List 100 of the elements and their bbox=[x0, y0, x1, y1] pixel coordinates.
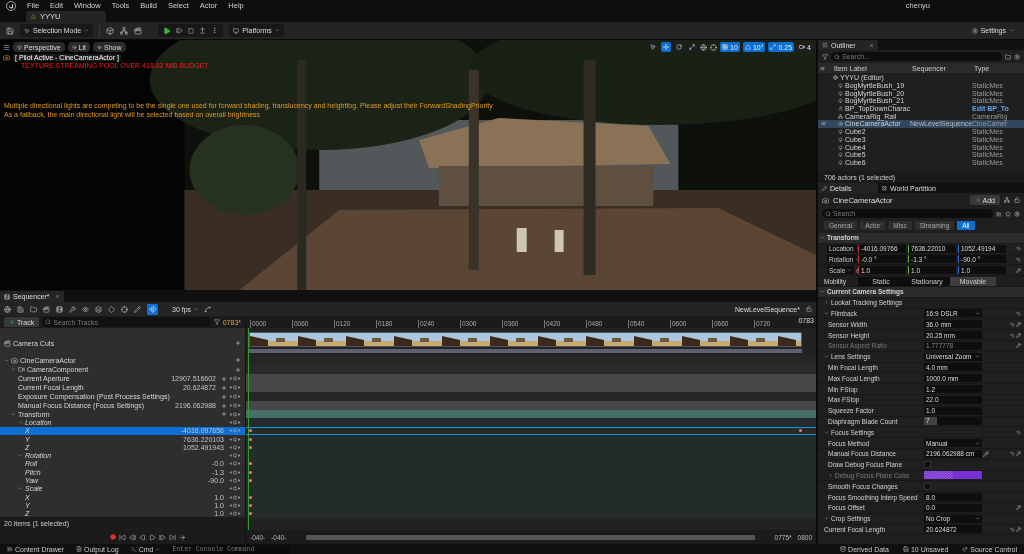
filter-icon[interactable] bbox=[822, 53, 828, 60]
diamond-icon[interactable] bbox=[108, 305, 115, 313]
keyframe[interactable] bbox=[799, 429, 802, 433]
key-nav-icon[interactable] bbox=[229, 494, 241, 500]
range-scrollbar[interactable] bbox=[306, 534, 755, 540]
curve-icon[interactable] bbox=[204, 305, 212, 313]
record-icon[interactable] bbox=[109, 534, 116, 540]
save-icon[interactable] bbox=[6, 26, 14, 35]
folder-icon[interactable] bbox=[1005, 53, 1011, 60]
wrench-icon[interactable] bbox=[69, 305, 76, 313]
eye-icon[interactable] bbox=[821, 121, 826, 127]
checkbox[interactable] bbox=[924, 482, 931, 490]
key-nav-icon[interactable] bbox=[229, 478, 241, 483]
tool-button[interactable] bbox=[648, 42, 659, 52]
skip-back-icon[interactable] bbox=[118, 533, 126, 541]
add-icon[interactable] bbox=[235, 366, 241, 373]
logo-icon[interactable] bbox=[6, 0, 16, 11]
key-nav-icon[interactable] bbox=[229, 403, 241, 408]
key-nav-icon[interactable] bbox=[229, 419, 241, 425]
key-nav-icon[interactable] bbox=[229, 461, 241, 467]
add-icon[interactable] bbox=[235, 357, 241, 363]
network-icon[interactable] bbox=[1004, 197, 1010, 203]
key-nav-icon[interactable] bbox=[229, 453, 241, 459]
star-icon[interactable] bbox=[1005, 210, 1011, 217]
eyedropper-icon[interactable] bbox=[983, 450, 989, 457]
reset-icon[interactable] bbox=[1016, 257, 1021, 262]
key-nav-icon[interactable] bbox=[229, 411, 241, 417]
key-nav-icon[interactable] bbox=[229, 376, 241, 381]
folder-icon[interactable] bbox=[30, 305, 37, 313]
reset-icon[interactable] bbox=[1016, 246, 1021, 252]
globe-icon[interactable] bbox=[4, 305, 11, 313]
key-nav-icon[interactable] bbox=[229, 486, 241, 492]
key-nav-icon[interactable] bbox=[229, 385, 241, 390]
key-icon[interactable] bbox=[1016, 267, 1021, 273]
clapperboard-icon[interactable] bbox=[43, 305, 50, 313]
key-icon[interactable] bbox=[1016, 332, 1021, 338]
skip-forward-icon[interactable] bbox=[168, 533, 176, 541]
caret-icon[interactable] bbox=[824, 516, 829, 522]
key-icon[interactable] bbox=[1016, 505, 1021, 511]
key-nav-icon[interactable] bbox=[229, 436, 241, 442]
tool-button[interactable] bbox=[674, 42, 685, 52]
film-icon[interactable] bbox=[56, 305, 63, 313]
key-nav-icon[interactable] bbox=[229, 469, 241, 475]
caret-icon[interactable] bbox=[820, 289, 825, 295]
play-icon[interactable] bbox=[148, 533, 156, 541]
keyframe[interactable] bbox=[249, 512, 252, 516]
reset-icon[interactable] bbox=[1010, 332, 1015, 338]
caret-icon[interactable] bbox=[18, 486, 23, 492]
keyframe[interactable] bbox=[249, 495, 252, 499]
reset-icon[interactable] bbox=[1016, 310, 1021, 316]
add-icon[interactable] bbox=[221, 384, 227, 391]
lock-icon[interactable] bbox=[1014, 197, 1020, 203]
stop-icon[interactable] bbox=[188, 27, 195, 34]
reset-icon[interactable] bbox=[1016, 429, 1021, 435]
caret-icon[interactable] bbox=[11, 367, 16, 372]
reset-icon[interactable] bbox=[1010, 451, 1015, 457]
close-icon[interactable] bbox=[55, 294, 60, 299]
add-icon[interactable] bbox=[235, 340, 241, 346]
key-nav-icon[interactable] bbox=[229, 394, 241, 399]
pencil-icon[interactable] bbox=[134, 305, 141, 313]
add-icon[interactable] bbox=[221, 375, 227, 382]
arrow-icon[interactable] bbox=[178, 533, 186, 541]
tool-button[interactable] bbox=[661, 42, 672, 52]
caret-icon[interactable] bbox=[824, 300, 829, 306]
checkbox[interactable] bbox=[924, 461, 931, 469]
settings-icon[interactable] bbox=[1014, 210, 1020, 217]
key-icon[interactable] bbox=[1016, 451, 1021, 457]
add-icon[interactable] bbox=[221, 411, 227, 418]
keyframe[interactable] bbox=[249, 479, 252, 482]
play-icon[interactable] bbox=[163, 26, 172, 35]
close-icon[interactable] bbox=[869, 42, 874, 48]
caret-icon[interactable] bbox=[11, 411, 16, 417]
keyframe[interactable] bbox=[249, 429, 252, 433]
cube-icon[interactable] bbox=[106, 26, 115, 35]
settings-icon[interactable] bbox=[1014, 53, 1020, 60]
caret-icon[interactable] bbox=[18, 419, 23, 425]
menu-icon[interactable] bbox=[3, 43, 10, 51]
key-nav-icon[interactable] bbox=[229, 502, 241, 508]
play-reverse-icon[interactable] bbox=[138, 533, 146, 541]
caret-icon[interactable] bbox=[4, 357, 9, 363]
crosshair-icon[interactable] bbox=[121, 305, 128, 313]
eye-icon[interactable] bbox=[82, 305, 89, 313]
keyframe[interactable] bbox=[249, 437, 252, 441]
lock-icon[interactable] bbox=[806, 306, 812, 312]
layers-icon[interactable] bbox=[95, 305, 102, 313]
globe-icon[interactable] bbox=[700, 43, 708, 51]
reset-icon[interactable] bbox=[1010, 321, 1015, 327]
snap-toggle[interactable] bbox=[147, 303, 158, 315]
caret-icon[interactable] bbox=[824, 429, 829, 435]
save-icon[interactable] bbox=[17, 305, 24, 313]
keyframe[interactable] bbox=[249, 445, 252, 449]
key-icon[interactable] bbox=[1016, 321, 1021, 327]
add-icon[interactable] bbox=[221, 393, 227, 400]
eject-icon[interactable] bbox=[199, 27, 207, 34]
keyframe[interactable] bbox=[249, 462, 252, 466]
caret-icon[interactable] bbox=[824, 310, 829, 316]
step-back-icon[interactable] bbox=[128, 533, 136, 541]
crosshair-icon[interactable] bbox=[710, 43, 718, 51]
key-icon[interactable] bbox=[1016, 526, 1021, 532]
caret-icon[interactable] bbox=[820, 235, 825, 241]
